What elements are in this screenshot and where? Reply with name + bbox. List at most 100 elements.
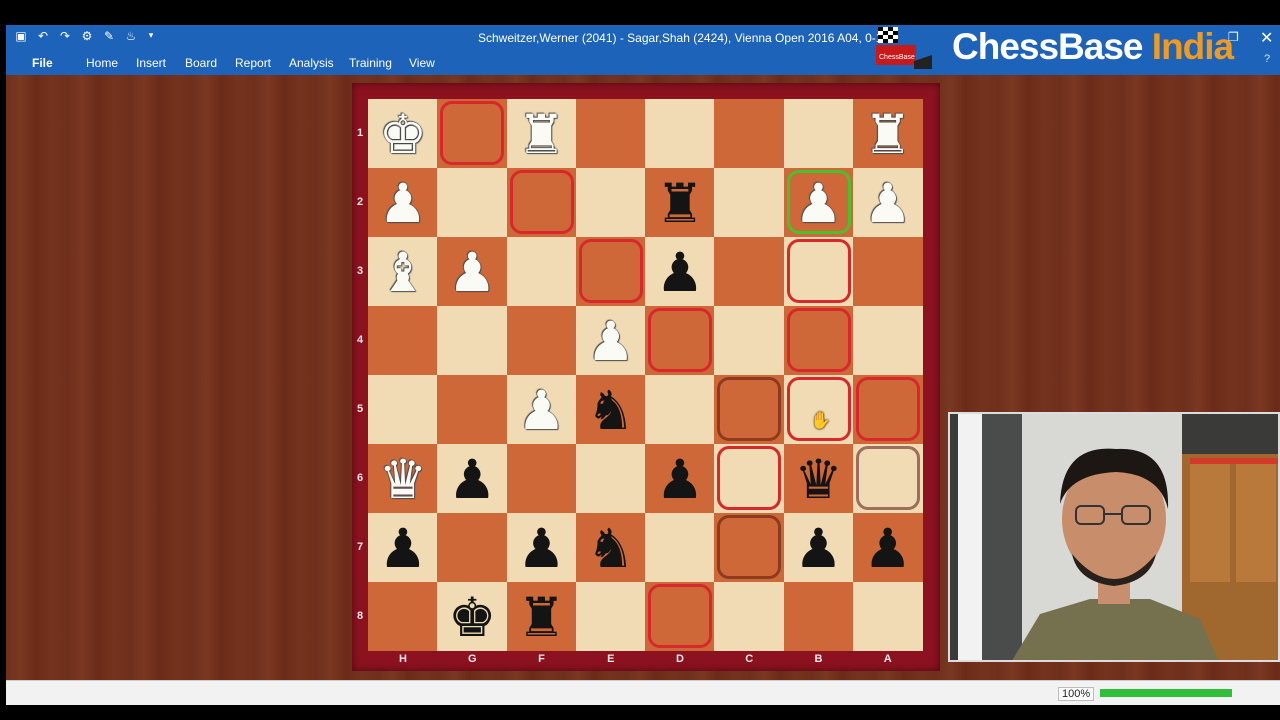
chess-piece[interactable]: ♟ xyxy=(645,448,715,514)
square-c3[interactable] xyxy=(714,237,785,306)
menu-home[interactable]: Home xyxy=(86,56,118,70)
square-h6[interactable]: ♛ xyxy=(368,444,438,513)
square-d6[interactable]: ♟ xyxy=(645,444,715,513)
tool-icon[interactable]: ✎ xyxy=(102,29,116,43)
square-h7[interactable]: ♟ xyxy=(368,513,438,582)
square-b5[interactable] xyxy=(783,375,854,444)
square-c5[interactable] xyxy=(714,375,785,444)
square-f2[interactable] xyxy=(506,168,577,237)
square-b1[interactable] xyxy=(783,99,854,168)
square-c4[interactable] xyxy=(714,306,785,375)
menu-analysis[interactable]: Analysis xyxy=(289,56,334,70)
square-a6[interactable] xyxy=(852,444,923,513)
square-f5[interactable]: ♟ xyxy=(506,375,577,445)
redo-icon[interactable]: ↷ xyxy=(58,29,72,43)
square-e8[interactable] xyxy=(575,582,646,651)
chess-piece[interactable]: ♜ xyxy=(645,172,715,238)
chess-piece[interactable]: ♟ xyxy=(368,517,438,583)
square-g5[interactable] xyxy=(437,375,508,444)
chess-piece[interactable]: ♟ xyxy=(507,517,577,583)
square-g6[interactable]: ♟ xyxy=(437,444,508,514)
square-h5[interactable] xyxy=(368,375,438,444)
restore-icon[interactable]: ❐ xyxy=(1228,30,1239,44)
square-e5[interactable]: ♞ xyxy=(575,375,646,445)
dropdown-icon[interactable]: ▾ xyxy=(144,29,158,43)
square-c8[interactable] xyxy=(714,582,785,651)
chess-piece[interactable]: ♟ xyxy=(645,241,715,307)
square-e1[interactable] xyxy=(575,99,646,168)
square-e3[interactable] xyxy=(575,237,646,306)
menu-training[interactable]: Training xyxy=(349,56,392,70)
chess-piece[interactable]: ♟ xyxy=(507,379,577,445)
help-icon[interactable]: ? xyxy=(1264,53,1270,65)
square-f8[interactable]: ♜ xyxy=(506,582,577,652)
square-a1[interactable]: ♜ xyxy=(852,99,923,169)
zoom-level[interactable]: 100% xyxy=(1058,687,1095,701)
square-b7[interactable]: ♟ xyxy=(783,513,854,583)
square-h1[interactable]: ♚ xyxy=(368,99,438,168)
chess-piece[interactable]: ♞ xyxy=(576,517,646,583)
square-a4[interactable] xyxy=(852,306,923,375)
square-f1[interactable]: ♜ xyxy=(506,99,577,169)
chess-piece[interactable]: ♟ xyxy=(784,517,854,583)
menu-view[interactable]: View xyxy=(409,56,435,70)
chess-piece[interactable]: ♝ xyxy=(368,241,438,307)
square-g3[interactable]: ♟ xyxy=(437,237,508,307)
square-b4[interactable] xyxy=(783,306,854,375)
hint-icon[interactable]: ♨ xyxy=(124,29,138,43)
chess-piece[interactable]: ♛ xyxy=(784,448,854,514)
chess-piece[interactable]: ♜ xyxy=(853,103,923,169)
square-f7[interactable]: ♟ xyxy=(506,513,577,583)
square-h8[interactable] xyxy=(368,582,438,651)
square-a7[interactable]: ♟ xyxy=(852,513,923,583)
square-c6[interactable] xyxy=(714,444,785,513)
chess-piece[interactable]: ♚ xyxy=(368,103,438,169)
chess-piece[interactable]: ♟ xyxy=(784,172,854,238)
undo-icon[interactable]: ↶ xyxy=(36,29,50,43)
square-b8[interactable] xyxy=(783,582,854,651)
square-d7[interactable] xyxy=(645,513,715,582)
menu-report[interactable]: Report xyxy=(235,56,271,70)
square-e2[interactable] xyxy=(575,168,646,237)
square-d2[interactable]: ♜ xyxy=(645,168,715,237)
chess-piece[interactable]: ♜ xyxy=(507,103,577,169)
close-icon[interactable]: ✕ xyxy=(1260,28,1273,47)
new-icon[interactable]: ▣ xyxy=(14,29,28,43)
square-d4[interactable] xyxy=(645,306,715,375)
square-c2[interactable] xyxy=(714,168,785,237)
square-g2[interactable] xyxy=(437,168,508,237)
square-a5[interactable] xyxy=(852,375,923,444)
menu-file[interactable]: File xyxy=(32,56,53,70)
chess-piece[interactable]: ♟ xyxy=(437,241,507,307)
square-d1[interactable] xyxy=(645,99,715,168)
square-d5[interactable] xyxy=(645,375,715,444)
square-f6[interactable] xyxy=(506,444,577,513)
menu-insert[interactable]: Insert xyxy=(136,56,166,70)
square-g1[interactable] xyxy=(437,99,508,168)
square-h4[interactable] xyxy=(368,306,438,375)
square-h3[interactable]: ♝ xyxy=(368,237,438,306)
chess-piece[interactable]: ♜ xyxy=(507,586,577,652)
settings-icon[interactable]: ⚙ xyxy=(80,29,94,43)
chess-piece[interactable]: ♚ xyxy=(437,586,507,652)
square-c7[interactable] xyxy=(714,513,785,582)
square-g7[interactable] xyxy=(437,513,508,582)
square-f4[interactable] xyxy=(506,306,577,375)
menu-board[interactable]: Board xyxy=(185,56,217,70)
chess-piece[interactable]: ♟ xyxy=(576,310,646,376)
square-f3[interactable] xyxy=(506,237,577,306)
chess-piece[interactable]: ♟ xyxy=(853,517,923,583)
square-g4[interactable] xyxy=(437,306,508,375)
square-d3[interactable]: ♟ xyxy=(645,237,715,306)
square-g8[interactable]: ♚ xyxy=(437,582,508,652)
square-c1[interactable] xyxy=(714,99,785,168)
chess-piece[interactable]: ♟ xyxy=(368,172,438,238)
square-b2[interactable]: ♟ xyxy=(783,168,854,238)
chess-piece[interactable]: ♟ xyxy=(437,448,507,514)
chess-piece[interactable]: ♞ xyxy=(576,379,646,445)
chess-piece[interactable]: ♟ xyxy=(853,172,923,238)
square-b6[interactable]: ♛ xyxy=(783,444,854,514)
square-e6[interactable] xyxy=(575,444,646,513)
square-e7[interactable]: ♞ xyxy=(575,513,646,583)
square-d8[interactable] xyxy=(645,582,715,651)
